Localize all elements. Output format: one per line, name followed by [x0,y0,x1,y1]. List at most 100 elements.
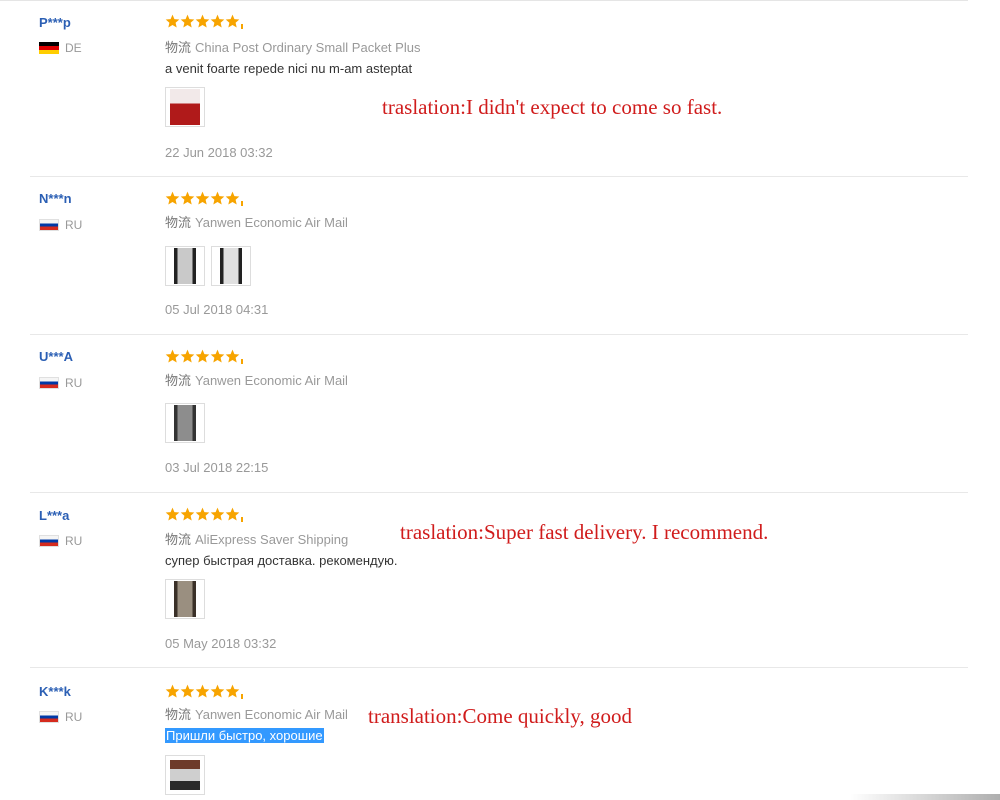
review-comment: a venit foarte repede nici nu m-am astep… [165,61,413,76]
shipping-label: 物流 [165,707,192,722]
reviewer-country: RU [39,710,82,724]
germany-flag-icon [39,42,59,54]
star-icon [165,349,180,364]
star-icon [195,684,210,699]
shipping-method: 物流 China Post Ordinary Small Packet Plus [165,37,420,56]
shipping-value: AliExpress Saver Shipping [195,532,349,547]
star-icon [210,507,225,522]
product-photo-icon [170,89,200,125]
review-date: 05 Jul 2018 04:31 [165,302,269,317]
shipping-label: 物流 [165,40,192,55]
reviewer-name[interactable]: L***a [39,508,69,523]
review-photo-thumbnail[interactable] [165,755,205,795]
reviewer-country: DE [39,41,82,55]
star-rating [165,684,244,699]
star-icon [165,507,180,522]
review-photos [165,403,205,443]
star-partial-icon [240,354,244,364]
reviewer-name[interactable]: K***k [39,684,71,699]
shipping-label: 物流 [165,215,192,230]
review-photo-thumbnail[interactable] [165,87,205,127]
country-code: RU [65,534,83,548]
country-code: RU [65,218,83,232]
star-icon [165,191,180,206]
product-photo-icon [174,581,196,617]
review-photo-thumbnail[interactable] [211,246,251,286]
product-photo-icon [220,248,242,284]
star-rating [165,349,244,364]
shipping-value: China Post Ordinary Small Packet Plus [195,40,421,55]
star-icon [195,349,210,364]
star-icon [225,684,240,699]
star-partial-icon [240,689,244,699]
country-code: RU [65,376,83,390]
shipping-value: Yanwen Economic Air Mail [195,215,348,230]
product-photo-icon [174,405,196,441]
russia-flag-icon [39,535,59,547]
translation-annotation: translation:Come quickly, good [368,704,633,728]
review-comment-selected: Пришли быстро, хорошие [165,728,324,743]
country-code: DE [65,41,82,55]
review-photos [165,246,251,286]
review-item: N***n RU 物流 Yanwen Economic Air Mail 05 J… [0,177,1000,335]
russia-flag-icon [39,711,59,723]
star-icon [165,684,180,699]
review-photo-thumbnail[interactable] [165,579,205,619]
star-partial-icon [240,512,244,522]
shipping-method: 物流 Yanwen Economic Air Mail [165,212,348,231]
window-shadow [850,794,1000,800]
star-icon [210,14,225,29]
star-icon [180,684,195,699]
review-item: P***p DE 物流 China Post Ordinary Small Pac… [0,0,1000,177]
star-icon [180,14,195,29]
shipping-method: 物流 AliExpress Saver Shipping [165,529,348,548]
shipping-method: 物流 Yanwen Economic Air Mail [165,370,348,389]
review-photos [165,579,205,619]
star-icon [225,507,240,522]
review-date: 03 Jul 2018 22:15 [165,460,269,475]
review-date: 05 May 2018 03:32 [165,636,277,651]
star-icon [225,349,240,364]
shipping-value: Yanwen Economic Air Mail [195,707,348,722]
star-icon [210,684,225,699]
reviewer-name[interactable]: P***p [39,15,71,30]
star-icon [225,191,240,206]
star-icon [225,14,240,29]
product-photo-icon [170,760,200,790]
russia-flag-icon [39,377,59,389]
star-rating [165,507,244,522]
shipping-value: Yanwen Economic Air Mail [195,373,348,388]
product-photo-icon [174,248,196,284]
star-icon [195,507,210,522]
reviewer-country: RU [39,376,82,390]
star-icon [165,14,180,29]
country-code: RU [65,710,83,724]
shipping-label: 物流 [165,373,192,388]
review-item: K***k RU 物流 Yanwen Economic Air Mail Приш… [0,668,1000,800]
star-icon [180,349,195,364]
reviewer-country: RU [39,534,82,548]
star-icon [210,191,225,206]
review-item: U***A RU 物流 Yanwen Economic Air Mail 03 J… [0,335,1000,493]
star-partial-icon [240,19,244,29]
star-partial-icon [240,196,244,206]
russia-flag-icon [39,219,59,231]
star-icon [195,191,210,206]
translation-annotation: traslation:Super fast delivery. I recomm… [400,520,769,544]
reviewer-country: RU [39,218,82,232]
review-photo-thumbnail[interactable] [165,246,205,286]
review-photo-thumbnail[interactable] [165,403,205,443]
star-icon [210,349,225,364]
star-icon [180,191,195,206]
translation-annotation: traslation:I didn't expect to come so fa… [382,95,723,119]
review-photos [165,87,205,127]
reviewer-name[interactable]: N***n [39,191,72,206]
star-rating [165,191,244,206]
star-icon [195,14,210,29]
review-date: 22 Jun 2018 03:32 [165,145,273,160]
shipping-label: 物流 [165,532,192,547]
review-comment: супер быстрая доставка. рекомендую. [165,553,398,568]
star-rating [165,14,244,29]
reviewer-name[interactable]: U***A [39,349,73,364]
review-photos [165,755,205,795]
